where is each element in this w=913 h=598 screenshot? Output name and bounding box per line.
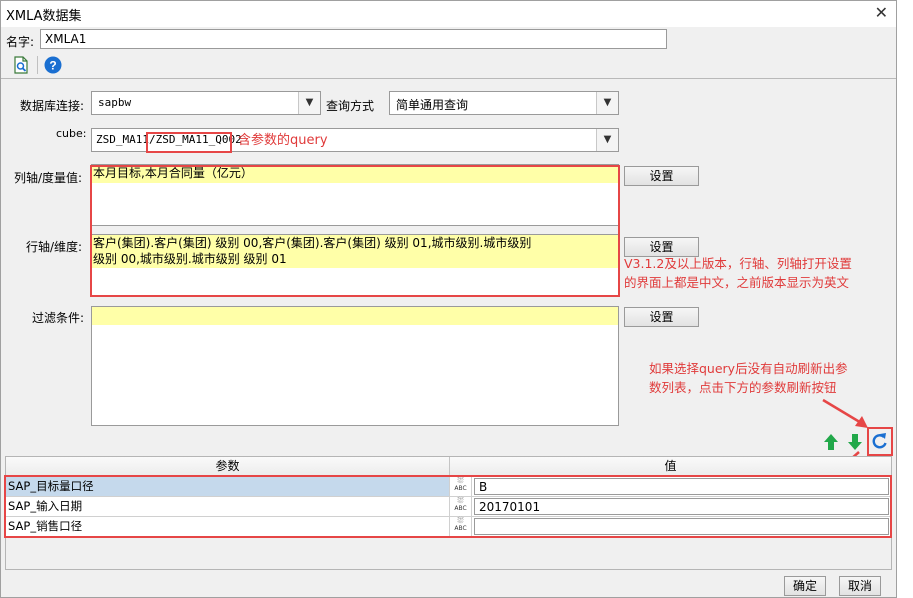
query-mode-value: 简单通用查询 (396, 98, 469, 112)
dialog-window: XMLA数据集 ✕ 名字: XMLA1 ? 数据库连接: sapbw ▼ 查询方… (0, 0, 897, 598)
close-icon[interactable]: ✕ (875, 3, 888, 22)
cube-query-highlight (146, 132, 232, 153)
chevron-down-icon[interactable]: ▼ (596, 92, 618, 114)
connection-value: sapbw (98, 96, 132, 109)
toolbar-divider (37, 56, 38, 74)
arrow-down-icon[interactable] (847, 433, 863, 451)
query-mode-select[interactable]: 简单通用查询 ▼ (389, 91, 619, 115)
query-mode-label: 查询方式 (326, 99, 375, 113)
refresh-button[interactable] (867, 427, 893, 456)
cube-label: cube: (56, 127, 87, 140)
refresh-note-line1: 如果选择query后没有自动刷新出参 (649, 361, 848, 376)
rows-axis-label: 行轴/维度: (26, 240, 83, 254)
param-rows-highlight (4, 475, 892, 538)
name-input[interactable]: XMLA1 (40, 29, 667, 49)
cube-note: 含参数的query (238, 133, 328, 148)
preview-icon[interactable] (13, 56, 29, 74)
arrow-up-icon[interactable] (823, 433, 839, 451)
help-icon[interactable]: ? (44, 56, 62, 74)
axis-note-line2: 的界面上都是中文，之前版本显示为英文 (624, 275, 850, 290)
filter-value (92, 307, 618, 325)
window-title: XMLA数据集 (6, 9, 82, 24)
cancel-button[interactable]: 取消 (839, 576, 881, 596)
toolbar-separator (1, 78, 896, 79)
param-header-name[interactable]: 参数 (6, 457, 450, 477)
axis-note-line1: V3.1.2及以上版本，行轴、列轴打开设置 (624, 256, 852, 271)
connection-label: 数据库连接: (20, 99, 85, 113)
columns-axis-label: 列轴/度量值: (14, 171, 83, 185)
chevron-down-icon[interactable]: ▼ (596, 129, 618, 151)
name-label: 名字: (6, 35, 35, 49)
filter-settings-button[interactable]: 设置 (624, 307, 699, 327)
title-bar: XMLA数据集 ✕ (1, 1, 896, 27)
refresh-note-line2: 数列表，点击下方的参数刷新按钮 (649, 380, 837, 395)
filter-textarea[interactable] (91, 306, 619, 426)
svg-text:?: ? (49, 59, 56, 73)
refresh-icon[interactable] (869, 429, 891, 454)
filter-label: 过滤条件: (32, 311, 85, 325)
chevron-down-icon[interactable]: ▼ (298, 92, 320, 114)
columns-axis-settings-button[interactable]: 设置 (624, 166, 699, 186)
connection-select[interactable]: sapbw ▼ (91, 91, 321, 115)
param-header-value[interactable]: 值 (450, 457, 891, 477)
axis-highlight-box (90, 165, 620, 297)
ok-button[interactable]: 确定 (784, 576, 826, 596)
